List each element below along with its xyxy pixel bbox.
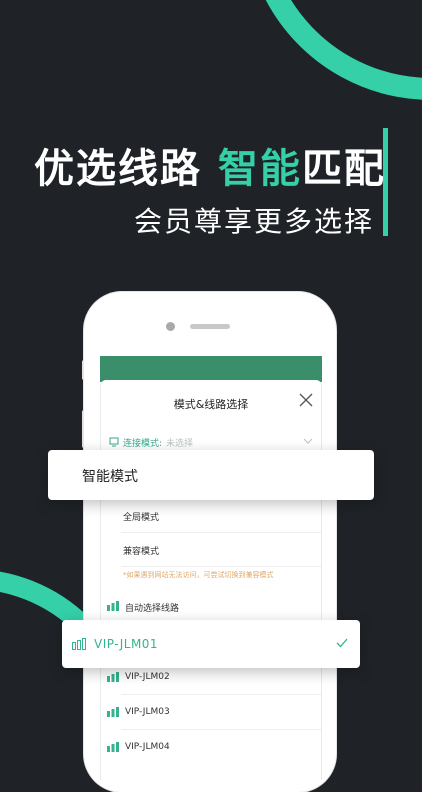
signal-bars-icon (107, 742, 119, 752)
route-item-selected[interactable]: VIP-JLM01 (62, 620, 360, 668)
route-label: VIP-JLM02 (125, 672, 170, 682)
divider (121, 729, 321, 730)
connection-mode-selector[interactable]: 连接模式: 未选择 (109, 436, 313, 450)
mode-option-smart-label: 智能模式 (82, 469, 138, 485)
mode-option-global[interactable]: 全局模式 (123, 510, 159, 523)
divider (121, 532, 321, 533)
route-label-selected: VIP-JLM01 (94, 637, 159, 651)
compatibility-note: *如果遇到网站无法访问，可尝试切换到兼容模式 (123, 571, 274, 579)
phone-camera (166, 322, 175, 331)
headline: 优选线路 智能匹配 (34, 136, 386, 194)
mode-option-compatible[interactable]: 兼容模式 (123, 544, 159, 557)
mode-option-smart[interactable]: 智能模式 (48, 450, 374, 500)
headline-part1: 优选线路 (34, 146, 202, 192)
route-label: 自动选择线路 (125, 604, 180, 614)
connection-mode-label: 连接模式: (123, 439, 163, 449)
divider (121, 694, 321, 695)
route-label: VIP-JLM03 (125, 707, 170, 717)
signal-bars-icon (107, 601, 119, 611)
top-right-arc-decoration (265, 0, 422, 100)
signal-bars-icon (72, 638, 86, 650)
signal-bars-icon (107, 707, 119, 717)
check-icon (336, 638, 348, 648)
close-icon[interactable] (299, 393, 313, 407)
connection-mode-value: 未选择 (166, 439, 194, 449)
chevron-down-icon (303, 438, 313, 444)
connection-mode-icon (109, 437, 119, 447)
signal-bars-icon (107, 672, 119, 682)
accent-bar (383, 128, 388, 236)
phone-speaker (190, 324, 230, 329)
app-header-bar (100, 356, 322, 382)
subheadline: 会员尊享更多选择 (133, 205, 374, 238)
connection-mode-text: 连接模式: 未选择 (123, 436, 193, 449)
dialog-title: 模式&线路选择 (173, 398, 249, 411)
headline-part3: 匹配 (301, 146, 386, 192)
mode-route-dialog: 模式&线路选择 连接模式: 未选择 全局模式 兼容模式 *如果遇到网站无法访问，可… (100, 380, 322, 780)
route-label: VIP-JLM04 (125, 742, 170, 752)
headline-accent: 智能 (217, 146, 302, 192)
divider (121, 566, 321, 567)
